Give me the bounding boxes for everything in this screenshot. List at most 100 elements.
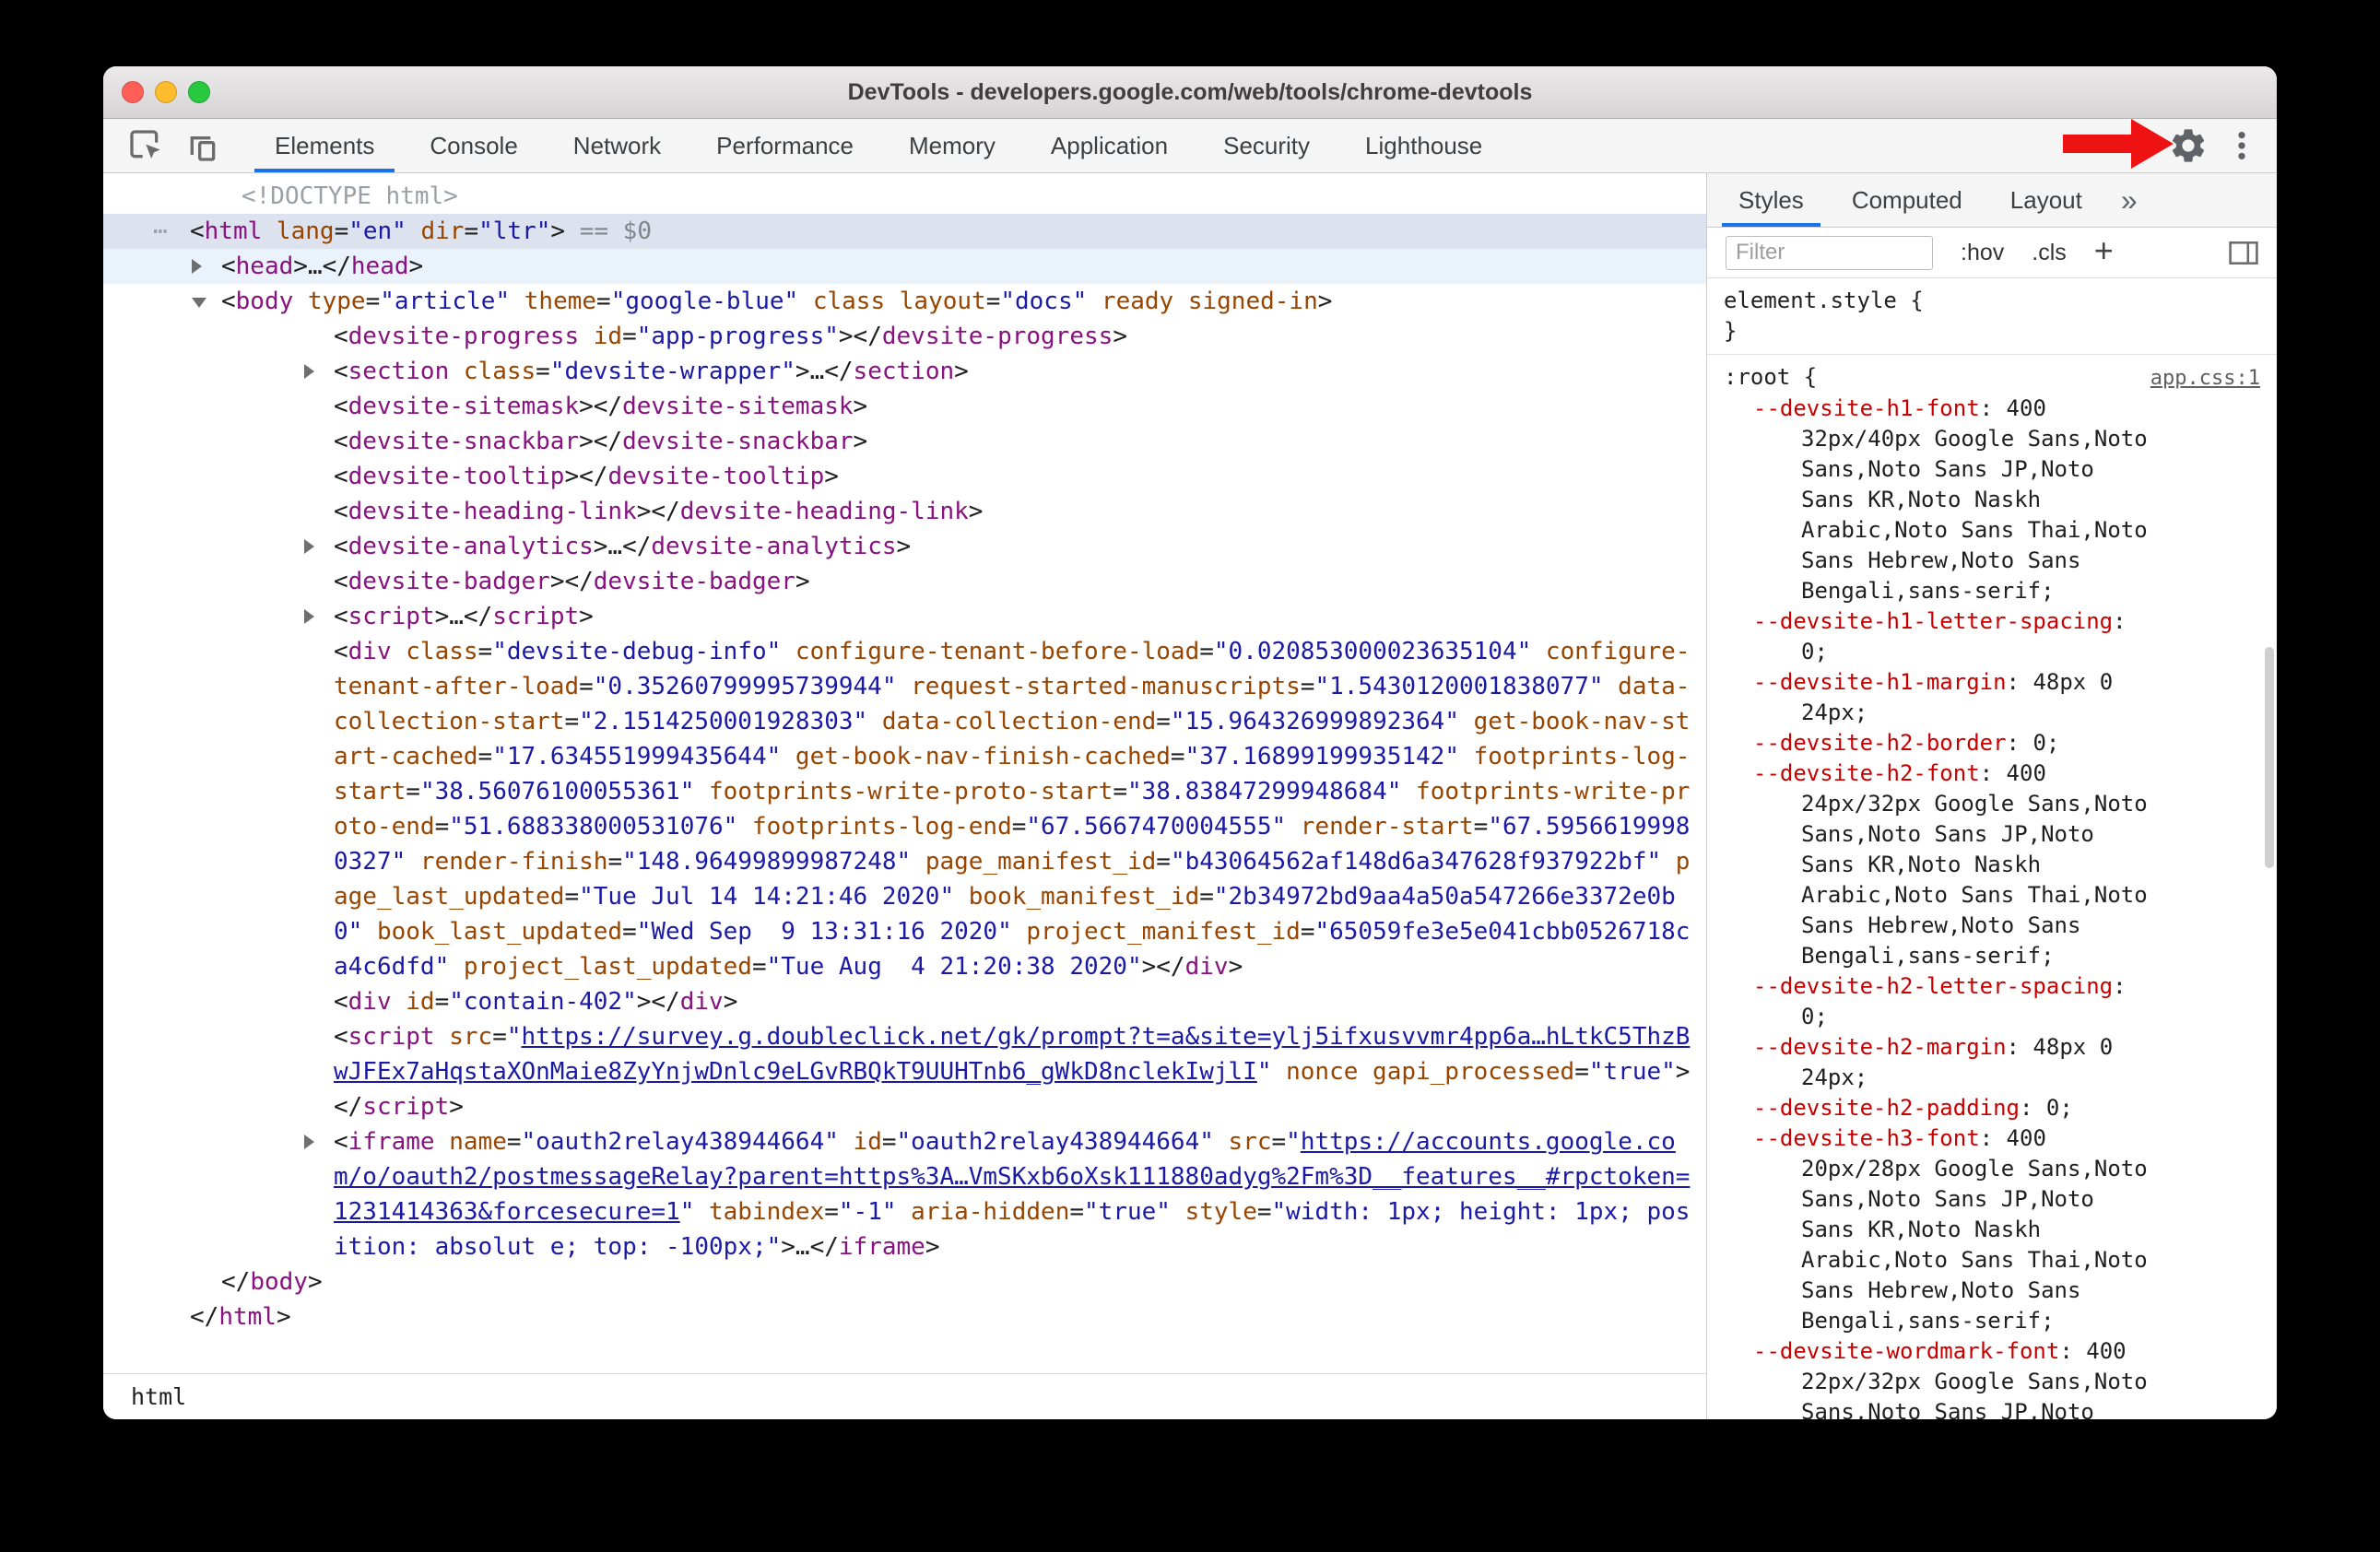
code-token: "oauth2relay438944664" xyxy=(521,1128,839,1156)
dom-node-line[interactable]: <devsite-badger></devsite-badger> xyxy=(103,564,1706,599)
css-property-separator: : xyxy=(2006,1034,2033,1060)
pseudo-state-toggle[interactable]: :hov xyxy=(1961,240,2004,266)
code-token: = xyxy=(1156,848,1171,876)
tab-security[interactable]: Security xyxy=(1196,119,1337,172)
css-property[interactable]: --devsite-h3-font: 400 20px/28px Google … xyxy=(1724,1123,2260,1336)
dom-node-line[interactable]: <script>…</script> xyxy=(103,599,1706,634)
elements-panel: <!DOCTYPE html> ⋯ <html lang="en" dir="ltr… xyxy=(103,173,1707,1419)
css-property-name: --devsite-h1-font xyxy=(1753,395,1980,421)
code-token: tabindex xyxy=(694,1198,825,1226)
dom-node-line[interactable]: <div class="devsite-debug-info" configur… xyxy=(103,634,1706,984)
code-token: "0.35260799995739944" xyxy=(593,673,897,700)
expand-arrow-icon[interactable] xyxy=(304,1135,314,1149)
scrollbar-thumb[interactable] xyxy=(2265,647,2274,868)
dom-node-line[interactable]: <devsite-analytics>…</devsite-analytics> xyxy=(103,529,1706,564)
tab-lighthouse[interactable]: Lighthouse xyxy=(1337,119,1510,172)
code-token: "oauth2relay438944664" xyxy=(896,1128,1214,1156)
tab-performance[interactable]: Performance xyxy=(689,119,881,172)
dom-node-line[interactable]: <iframe name="oauth2relay438944664" id="… xyxy=(103,1124,1706,1264)
code-token: style xyxy=(1170,1198,1257,1226)
device-toolbar-icon xyxy=(190,136,216,161)
tab-memory[interactable]: Memory xyxy=(881,119,1023,172)
code-token: "51.688338000531076" xyxy=(449,813,738,841)
code-token: > xyxy=(896,533,912,560)
devtools-window: DevTools - developers.google.com/web/too… xyxy=(103,66,2277,1419)
css-property-name: --devsite-h2-letter-spacing xyxy=(1753,973,2114,999)
device-toolbar-button[interactable] xyxy=(179,124,227,167)
code-token: = xyxy=(607,848,623,876)
dom-node-line[interactable]: <div id="contain-402"></div> xyxy=(103,984,1706,1019)
breadcrumb-item-html[interactable]: html xyxy=(131,1383,186,1410)
dom-node-line[interactable]: </html> xyxy=(103,1299,1706,1334)
more-options-button[interactable] xyxy=(2218,124,2266,167)
css-property[interactable]: --devsite-h2-letter-spacing: 0; xyxy=(1724,971,2260,1032)
code-token: = xyxy=(1271,1128,1287,1156)
code-token: devsite-snackbar xyxy=(622,428,854,455)
code-token: nonce xyxy=(1271,1058,1359,1086)
code-token: lang xyxy=(262,218,335,245)
node-overflow-dots-icon[interactable]: ⋯ xyxy=(153,214,168,249)
stylesheet-source-link[interactable]: app.css:1 xyxy=(2150,363,2260,394)
code-token: = xyxy=(1199,883,1214,911)
tab-console[interactable]: Console xyxy=(402,119,545,172)
code-token: < xyxy=(334,638,348,665)
close-button[interactable] xyxy=(122,81,144,103)
code-token: "Tue Aug 4 21:20:38 2020" xyxy=(766,953,1142,981)
dom-node-line[interactable]: ⋯ <html lang="en" dir="ltr"> == $0 xyxy=(103,214,1706,249)
sidebar-tab-layout[interactable]: Layout xyxy=(1986,173,2106,227)
dom-node-line[interactable]: <devsite-heading-link></devsite-heading-… xyxy=(103,494,1706,529)
tab-network[interactable]: Network xyxy=(546,119,689,172)
dom-node-line[interactable]: <devsite-progress id="app-progress"></de… xyxy=(103,319,1706,354)
minimize-button[interactable] xyxy=(155,81,177,103)
expand-arrow-icon[interactable] xyxy=(304,539,314,554)
code-token: "15.964326999892364" xyxy=(1170,708,1459,735)
code-token: < xyxy=(334,358,348,385)
css-property[interactable]: --devsite-h2-margin: 48px 0 24px; xyxy=(1724,1032,2260,1093)
css-property[interactable]: --devsite-h1-margin: 48px 0 24px; xyxy=(1724,667,2260,728)
dom-node-line[interactable]: <script src="https://survey.g.doubleclic… xyxy=(103,1019,1706,1089)
code-token: "38.56076100055361" xyxy=(419,778,695,805)
dom-node-line[interactable]: <!DOCTYPE html> xyxy=(103,179,1706,214)
dom-tree: <!DOCTYPE html> ⋯ <html lang="en" dir="ltr… xyxy=(103,173,1706,1373)
css-property[interactable]: --devsite-h1-font: 400 32px/40px Google … xyxy=(1724,394,2260,606)
inspect-element-button[interactable] xyxy=(122,124,170,167)
dom-node-line[interactable]: </body> xyxy=(103,1264,1706,1299)
expand-arrow-icon[interactable] xyxy=(304,364,314,379)
code-token: src xyxy=(434,1023,493,1051)
css-property[interactable]: --devsite-h2-border: 0; xyxy=(1724,728,2260,758)
expand-arrow-icon[interactable] xyxy=(192,259,202,274)
code-token: signed-in xyxy=(1173,288,1318,315)
sidebar-tab-styles[interactable]: Styles xyxy=(1714,173,1828,227)
code-token: id xyxy=(391,988,435,1016)
code-token: render-start xyxy=(1286,813,1474,841)
rule-close-brace: } xyxy=(1724,318,1738,344)
titlebar[interactable]: DevTools - developers.google.com/web/too… xyxy=(103,66,2277,119)
tab-elements[interactable]: Elements xyxy=(247,119,402,172)
dom-node-line[interactable]: <head>…</head> xyxy=(103,249,1706,284)
dom-node-line[interactable]: <devsite-tooltip></devsite-tooltip> xyxy=(103,459,1706,494)
dom-node-line[interactable]: <section class="devsite-wrapper">…</sect… xyxy=(103,354,1706,389)
dom-node-line[interactable]: </script> xyxy=(103,1089,1706,1124)
collapse-arrow-icon[interactable] xyxy=(192,298,206,308)
new-style-rule-button[interactable]: + xyxy=(2094,231,2114,270)
css-property[interactable]: --devsite-h2-font: 400 24px/32px Google … xyxy=(1724,758,2260,971)
root-style-rule[interactable]: :root { app.css:1 --devsite-h1-font: 400… xyxy=(1707,355,2277,1419)
css-property[interactable]: --devsite-wordmark-font: 400 22px/32px G… xyxy=(1724,1336,2260,1419)
dom-node-line[interactable]: <devsite-sitemask></devsite-sitemask> xyxy=(103,389,1706,424)
expand-arrow-icon[interactable] xyxy=(304,609,314,624)
dom-node-line[interactable]: <body type="article" theme="google-blue"… xyxy=(103,284,1706,319)
code-token: = xyxy=(477,743,493,770)
styles-filter-input[interactable] xyxy=(1726,235,1933,270)
css-property[interactable]: --devsite-h2-padding: 0; xyxy=(1724,1093,2260,1123)
dom-node-line[interactable]: <devsite-snackbar></devsite-snackbar> xyxy=(103,424,1706,459)
zoom-button[interactable] xyxy=(188,81,210,103)
code-token: < xyxy=(190,218,205,245)
sidebar-tab-computed[interactable]: Computed xyxy=(1828,173,1986,227)
css-property[interactable]: --devsite-h1-letter-spacing: 0; xyxy=(1724,606,2260,667)
element-style-rule[interactable]: element.style { } xyxy=(1707,278,2277,355)
element-classes-toggle[interactable]: .cls xyxy=(2032,240,2067,266)
code-token: </ xyxy=(190,1303,219,1331)
tab-application[interactable]: Application xyxy=(1023,119,1196,172)
overflow-tabs-chevron-icon[interactable]: » xyxy=(2121,183,2138,218)
computed-sidebar-toggle-button[interactable] xyxy=(2229,241,2258,265)
